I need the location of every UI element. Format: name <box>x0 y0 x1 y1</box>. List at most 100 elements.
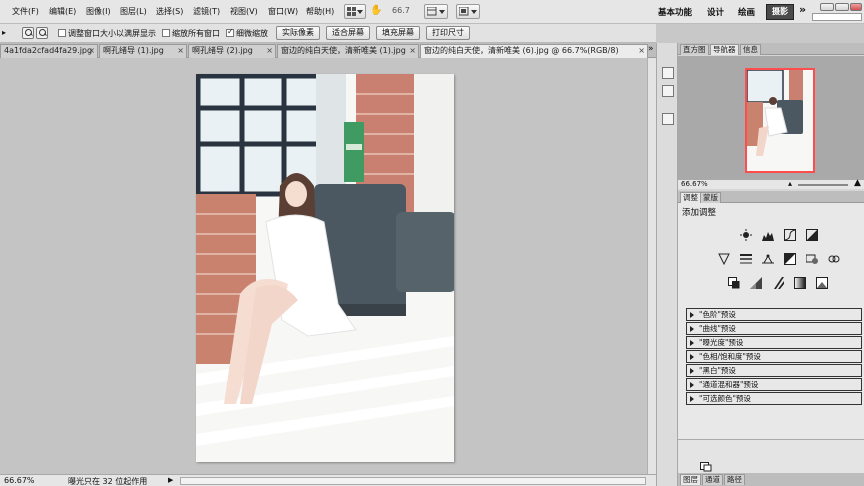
posterize-icon[interactable] <box>750 277 762 289</box>
navigator-panel-tabs: 直方图 导航器 信息 <box>678 43 864 55</box>
tab-histogram[interactable]: 直方图 <box>680 44 709 55</box>
workspace-essentials[interactable]: 基本功能 <box>658 6 692 18</box>
tab-layers[interactable]: 图层 <box>680 474 701 485</box>
navigator-view-box[interactable] <box>745 68 815 173</box>
threshold-icon[interactable] <box>772 277 784 289</box>
arrange-documents-button[interactable] <box>424 4 448 19</box>
actions-icon[interactable] <box>662 85 674 97</box>
preset-hue-saturation[interactable]: "色相/饱和度"预设 <box>686 350 862 363</box>
preset-exposure[interactable]: "曝光度"预设 <box>686 336 862 349</box>
color-balance-icon[interactable] <box>762 253 774 265</box>
menu-view[interactable]: 视图(V) <box>230 6 258 17</box>
workspace-painting[interactable]: 绘画 <box>738 6 755 18</box>
levels-icon[interactable] <box>762 229 774 241</box>
restore-button[interactable] <box>835 3 849 11</box>
menu-image[interactable]: 图像(I) <box>86 6 111 17</box>
preset-curves[interactable]: "曲线"预设 <box>686 322 862 335</box>
actual-pixels-button[interactable]: 实际像素 <box>276 26 320 40</box>
close-icon[interactable]: × <box>409 45 416 57</box>
preset-label: "曲线"预设 <box>699 324 736 333</box>
search-input[interactable] <box>812 13 862 21</box>
resize-windows-checkbox[interactable] <box>58 29 66 37</box>
status-menu-arrow-icon[interactable]: ▶ <box>168 476 173 484</box>
launch-bridge-button[interactable] <box>344 4 366 19</box>
menu-file[interactable]: 文件(F) <box>12 6 39 17</box>
close-icon[interactable]: × <box>638 45 645 57</box>
resize-windows-label: 调整窗口大小以满屏显示 <box>68 29 156 38</box>
preset-levels[interactable]: "色阶"预设 <box>686 308 862 321</box>
tool-preset-arrow-icon[interactable]: ▸ <box>2 28 6 37</box>
adjustments-panel: 添加调整 "色阶"预设 "曲线"预设 "曝光度"预设 "色相/饱和度"预设 "黑… <box>678 203 864 439</box>
horizontal-scrollbar[interactable] <box>180 477 646 485</box>
preset-label: "通道混和器"预设 <box>699 380 759 389</box>
menu-edit[interactable]: 编辑(E) <box>49 6 76 17</box>
document-tabs: 4a1fda2cfad4fa29.jpg × 啊孔绪导 (1).jpg × 啊孔绪导… <box>0 43 656 58</box>
zoom-out-icon[interactable] <box>36 27 48 39</box>
tab-document-2[interactable]: 啊孔绪导 (1).jpg × <box>99 44 187 58</box>
tab-paths[interactable]: 路径 <box>724 474 745 485</box>
photo-filter-icon[interactable] <box>806 253 818 265</box>
gradient-map-icon[interactable] <box>794 277 806 289</box>
history-icon[interactable] <box>662 67 674 79</box>
close-button[interactable] <box>850 3 862 11</box>
navigator-zoom-value[interactable]: 66.67% <box>681 180 708 188</box>
tab-document-1[interactable]: 4a1fda2cfad4fa29.jpg × <box>0 44 98 58</box>
menu-window[interactable]: 窗口(W) <box>268 6 298 17</box>
zoom-all-checkbox[interactable] <box>162 29 170 37</box>
tab-masks[interactable]: 蒙版 <box>700 192 721 203</box>
zoom-all-label: 缩放所有窗口 <box>172 29 220 38</box>
tab-info[interactable]: 信息 <box>740 44 761 55</box>
expand-triangle-icon <box>690 368 694 374</box>
adjustment-panel-mode-icon[interactable] <box>700 462 712 472</box>
preset-black-white[interactable]: "黑白"预设 <box>686 364 862 377</box>
minimize-button[interactable] <box>820 3 834 11</box>
scrubby-zoom-checkbox[interactable] <box>226 27 234 37</box>
hue-saturation-icon[interactable] <box>740 253 752 265</box>
workspace-photography[interactable]: 摄影 <box>766 4 794 20</box>
brightness-contrast-icon[interactable] <box>740 229 752 241</box>
tab-navigator[interactable]: 导航器 <box>710 44 739 55</box>
workspace-design[interactable]: 设计 <box>707 6 724 18</box>
preset-channel-mixer[interactable]: "通道混和器"预设 <box>686 378 862 391</box>
zoom-in-icon[interactable]: ▲ <box>854 178 861 188</box>
vertical-scrollbar[interactable] <box>647 58 656 474</box>
exposure-icon[interactable] <box>806 229 818 241</box>
invert-icon[interactable] <box>728 277 740 289</box>
preset-selective-color[interactable]: "可选颜色"预设 <box>686 392 862 405</box>
selective-color-icon[interactable] <box>816 277 828 289</box>
zoom-in-icon[interactable] <box>22 27 34 39</box>
close-icon[interactable]: × <box>177 45 184 57</box>
close-icon[interactable]: × <box>88 45 95 57</box>
document-image[interactable] <box>196 74 454 462</box>
curves-icon[interactable] <box>784 229 796 241</box>
menu-help[interactable]: 帮助(H) <box>306 6 334 17</box>
more-tabs-icon[interactable]: » <box>648 44 654 54</box>
menu-select[interactable]: 选择(S) <box>156 6 183 17</box>
navigator-zoom-slider[interactable] <box>798 184 848 186</box>
navigator-panel[interactable] <box>678 56 864 179</box>
close-icon[interactable]: × <box>266 45 273 57</box>
menu-layer[interactable]: 图层(L) <box>120 6 147 17</box>
hand-icon[interactable]: ✋ <box>370 5 382 16</box>
vibrance-icon[interactable] <box>718 253 730 265</box>
black-white-icon[interactable] <box>784 253 796 265</box>
print-size-button[interactable]: 打印尺寸 <box>426 26 470 40</box>
preset-label: "色相/饱和度"预设 <box>699 352 761 361</box>
tab-document-4[interactable]: 窗边的纯白天使，清新唯美 (1).jpg × <box>277 44 419 58</box>
tab-adjustments[interactable]: 调整 <box>680 192 701 203</box>
channel-mixer-icon[interactable] <box>828 253 840 265</box>
screen-mode-button[interactable] <box>456 4 480 19</box>
tab-document-active[interactable]: 窗边的纯白天使，清新唯美 (6).jpg @ 66.7%(RGB/8) × <box>420 44 648 58</box>
zoom-out-icon[interactable]: ▴ <box>788 179 792 188</box>
fit-screen-button[interactable]: 适合屏幕 <box>326 26 370 40</box>
menu-bar: 文件(F) 编辑(E) 图像(I) 图层(L) 选择(S) 滤镜(T) 视图(V… <box>0 0 864 24</box>
right-panel-dock: 直方图 导航器 信息 66.67% ▴ ▲ 调整 蒙版 添加调整 "色阶"预设 … <box>678 43 864 486</box>
tab-document-3[interactable]: 啊孔绪导 (2).jpg × <box>188 44 276 58</box>
status-zoom[interactable]: 66.67% <box>4 476 35 485</box>
menu-filter[interactable]: 滤镜(T) <box>193 6 220 17</box>
tab-channels[interactable]: 通道 <box>702 474 723 485</box>
zoom-level[interactable]: 66.7 <box>392 6 410 15</box>
more-workspaces-button[interactable]: » <box>799 3 806 16</box>
fill-screen-button[interactable]: 填充屏幕 <box>376 26 420 40</box>
character-icon[interactable] <box>662 113 674 125</box>
